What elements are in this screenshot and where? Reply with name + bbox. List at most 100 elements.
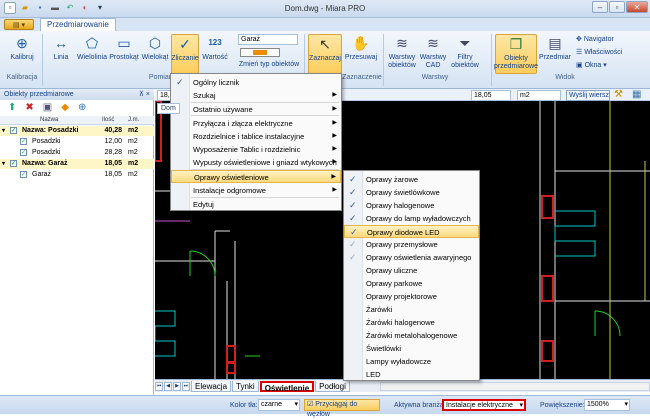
change-type-button[interactable]: Zmień typ obiektów [238,61,300,68]
submenu-item[interactable]: ✓ Oprawy przemysłowe [344,238,479,251]
col-qty[interactable]: Ilość [102,117,114,123]
panel-pin-close-icon[interactable]: ⊼ × [139,89,150,100]
maximize-button[interactable]: ▫ [609,1,625,13]
color-icon[interactable]: ◆ [61,102,69,113]
last-sheet-icon[interactable]: ⏭ [182,381,190,391]
unit-field[interactable]: m2 [517,90,561,101]
button-label: Obiekty przedmiarowe [494,55,538,70]
menu-item[interactable]: Rozdzielnice i tablice instalacyjne ▶ [171,130,341,143]
minimize-button[interactable]: – [592,1,608,13]
object-filters-button[interactable]: ⏷ Filtry obiektów [448,34,482,70]
submenu-item[interactable]: ✓ Oprawy świetlówkowe [344,186,479,199]
properties-button[interactable]: ☰ Właściwości [576,48,622,56]
submenu-arrow-icon: ▶ [332,159,337,165]
menu-item[interactable]: Oprawy oświetleniowe ▶ [171,170,341,183]
tab-tynki[interactable]: Tynki [232,380,259,392]
polygon-button[interactable]: ⬡ Wielokąt [140,34,170,62]
tab-oswietlenie[interactable]: Oświetlenie [259,380,315,393]
row-checkbox[interactable]: ✓ [20,138,27,145]
estimate-objects-panel: Obiekty przedmiarowe ⊼ × ⬆ ✖ ▣ ◆ ⊕ Nazwa … [0,89,154,395]
submenu-item[interactable]: Oprawy projektorowe [344,290,479,303]
value-icon: 123 [208,38,222,47]
object-type-field[interactable]: Garaż [238,34,298,45]
menu-item[interactable]: Szukaj ▶ [171,89,341,102]
submenu-item[interactable]: Oprawy parkowe [344,277,479,290]
col-name[interactable]: Nazwa [40,117,58,123]
group-row[interactable]: ▾ ✓ Nazwa: Posadzki 40,28 m2 [0,126,154,136]
menu-item[interactable]: Edytuj [171,198,341,211]
pan-button[interactable]: ✋ Przesuwaj [344,34,378,62]
color-swatch[interactable] [240,48,280,57]
tab-przedmiarowanie[interactable]: Przedmiarowanie [40,18,116,31]
doc-tab-dom[interactable]: Dom [157,103,180,114]
submenu-item[interactable]: ✓ Oprawy żarowe [344,173,479,186]
group-row[interactable]: ▾ ✓ Nazwa: Garaż 18,05 m2 [0,159,154,169]
estimate-objects-button[interactable]: ❐ Obiekty przedmiarowe [494,34,538,74]
cad-layers-button[interactable]: ≋ Warstwy CAD [419,34,447,70]
value-field-2[interactable]: 18,05 [471,90,511,101]
snap-to-nodes-toggle[interactable]: ☑ Przyciągaj do węzłów [304,399,380,418]
window-controls: – ▫ ✕ [592,1,648,13]
active-branch-select[interactable]: Instalacje elektryczne ▾ [442,399,526,411]
add-icon[interactable]: ⊕ [78,102,86,113]
tab-podlogi[interactable]: Podłogi [315,380,350,392]
collapse-icon[interactable]: ▾ [2,126,5,136]
row-checkbox[interactable]: ✓ [20,171,27,178]
submenu-item[interactable]: ✓ Oprawy diodowe LED [344,225,479,238]
row-checkbox[interactable]: ✓ [20,149,27,156]
table-row[interactable]: ✓ Garaż 18,05 m2 [0,170,154,180]
calibrate-button[interactable]: ⊕ Kalibruj [6,34,38,62]
copy-icon[interactable]: ▣ [43,102,52,113]
move-up-icon[interactable]: ⬆ [8,102,16,113]
zoom-select[interactable]: 1500% ▾ [584,399,630,411]
send-row-button[interactable]: Wyślij wiersz [566,90,610,101]
table-icon[interactable]: ▦ [632,89,641,100]
submenu-item[interactable]: Świetlówki [344,342,479,355]
bg-color-select[interactable]: czarne ▾ [258,399,300,411]
submenu-item[interactable]: LED [344,368,479,381]
first-sheet-icon[interactable]: ⏮ [155,381,163,391]
menu-item[interactable]: Wyposażenie Tablic i rozdzielnic ▶ [171,143,341,156]
estimate-button[interactable]: ▤ Przedmiar [539,34,571,62]
menu-item[interactable]: ✓ Ogólny licznik [171,76,341,89]
submenu-item[interactable]: Żarówki metalohalogenowe [344,329,479,342]
line-button[interactable]: ↔ Linia [48,34,74,62]
select-button[interactable]: ↖ Zaznaczaj [308,34,342,74]
menu-item[interactable]: Przyłącza i złącza elektryczne ▶ [171,117,341,130]
row-checkbox[interactable]: ✓ [10,160,17,167]
collapse-icon[interactable]: ▾ [2,159,5,169]
ribbon-tab-row: ▤ ▾ Przedmiarowanie [0,18,650,31]
count-button[interactable]: ✓ Zliczanie [171,34,199,74]
application-menu-button[interactable]: ▤ ▾ [4,19,34,30]
navigator-button[interactable]: ✥ Navigator [576,35,614,43]
prev-sheet-icon[interactable]: ◀ [164,381,172,391]
tab-elewacja[interactable]: Elewacja [191,380,232,392]
button-label: Przesuwaj [344,54,378,61]
submenu-item[interactable]: Oprawy uliczne [344,264,479,277]
submenu-item[interactable]: Żarówki halogenowe [344,316,479,329]
menu-item[interactable]: Instalacje odgromowe ▶ [171,184,341,197]
tool-icon[interactable]: ⚒ [614,89,623,100]
next-sheet-icon[interactable]: ▶ [173,381,181,391]
row-qty: 18,05 [104,160,122,167]
submenu-item[interactable]: Lampy wyładowcze [344,355,479,368]
button-label: Przedmiar [539,54,571,61]
submenu-item[interactable]: ✓ Oprawy oświetlenia awaryjnego [344,251,479,264]
object-layers-button[interactable]: ≋ Warstwy obiektów [386,34,418,70]
value-button[interactable]: 123 Wartość [201,34,229,62]
menu-item[interactable]: Wypusty oświetleniowe i gniazd wtykowych… [171,156,341,169]
close-button[interactable]: ✕ [626,1,648,13]
submenu-item[interactable]: ✓ Oprawy do lamp wyładowczych [344,212,479,225]
submenu-item[interactable]: Żarówki [344,303,479,316]
submenu-item[interactable]: ✓ Oprawy halogenowe [344,199,479,212]
polyline-button[interactable]: ⬠ Wielolinia [76,34,108,62]
table-row[interactable]: ✓ Posadzki 12,00 m2 [0,137,154,147]
windows-button[interactable]: ▣ Okna ▾ [576,61,607,69]
row-checkbox[interactable]: ✓ [10,127,17,134]
horizontal-scrollbar[interactable] [380,381,650,391]
col-unit[interactable]: J.m. [128,117,139,123]
table-row[interactable]: ✓ Posadzki 28,28 m2 [0,148,154,158]
rectangle-button[interactable]: ▭ Prostokąt [108,34,140,62]
delete-icon[interactable]: ✖ [25,102,33,113]
count-menu: ✓ Ogólny licznik Szukaj ▶ Ostatnio używane ▶ P… [170,73,342,211]
